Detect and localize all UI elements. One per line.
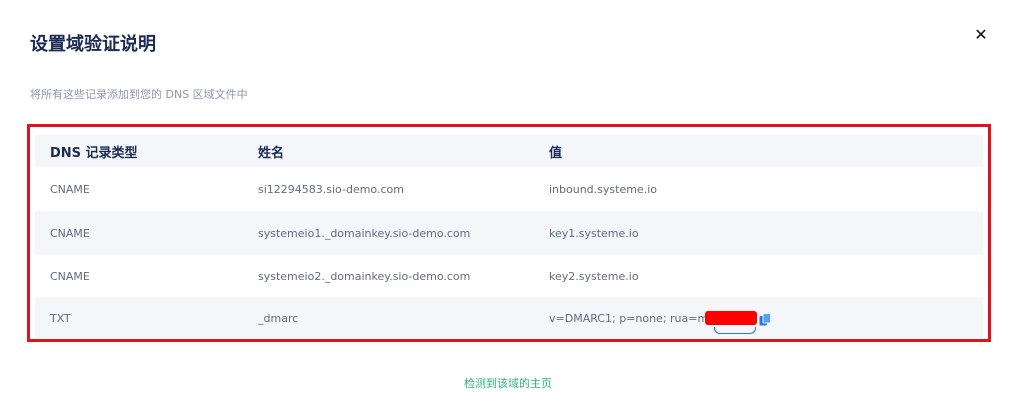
table-row: TXT _dmarc v=DMARC1; p=none; rua=mail <box>35 297 983 338</box>
detect-homepage-link[interactable]: 检测到该域的主页 <box>464 375 552 391</box>
table-row: CNAME systemeio2._domainkey.sio-demo.com… <box>35 255 983 297</box>
copy-icon[interactable] <box>759 311 771 326</box>
record-name: _dmarc <box>258 312 299 325</box>
record-value: key1.systeme.io <box>549 227 639 240</box>
dialog-title: 设置域验证说明 <box>30 34 156 55</box>
table-header-row: DNS 记录类型 姓名 值 <box>35 135 983 167</box>
dialog-subtitle: 将所有这些记录添加到您的 DNS 区域文件中 <box>30 88 248 101</box>
focus-ring <box>714 327 756 334</box>
column-header-value: 值 <box>549 146 563 161</box>
table-row: CNAME systemeio1._domainkey.sio-demo.com… <box>35 211 983 255</box>
column-header-name: 姓名 <box>258 146 285 161</box>
record-name: si12294583.sio-demo.com <box>258 183 404 196</box>
record-type: CNAME <box>50 270 90 283</box>
record-value: key2.systeme.io <box>549 270 639 283</box>
record-type: CNAME <box>50 183 90 196</box>
domain-verification-dialog: 设置域验证说明 ✕ 将所有这些记录添加到您的 DNS 区域文件中 DNS 记录类… <box>0 0 1017 417</box>
record-type: TXT <box>50 312 71 325</box>
column-header-type: DNS 记录类型 <box>50 146 138 161</box>
record-name: systemeio1._domainkey.sio-demo.com <box>258 227 471 240</box>
record-type: CNAME <box>50 227 90 240</box>
close-icon[interactable]: ✕ <box>974 26 988 44</box>
record-value: inbound.systeme.io <box>549 183 657 196</box>
record-value: v=DMARC1; p=none; rua=mail <box>549 312 722 325</box>
redaction-mark <box>705 311 757 325</box>
record-name: systemeio2._domainkey.sio-demo.com <box>258 270 471 283</box>
table-row: CNAME si12294583.sio-demo.com inbound.sy… <box>35 167 983 211</box>
dns-records-table: DNS 记录类型 姓名 值 CNAME si12294583.sio-demo.… <box>27 124 991 342</box>
